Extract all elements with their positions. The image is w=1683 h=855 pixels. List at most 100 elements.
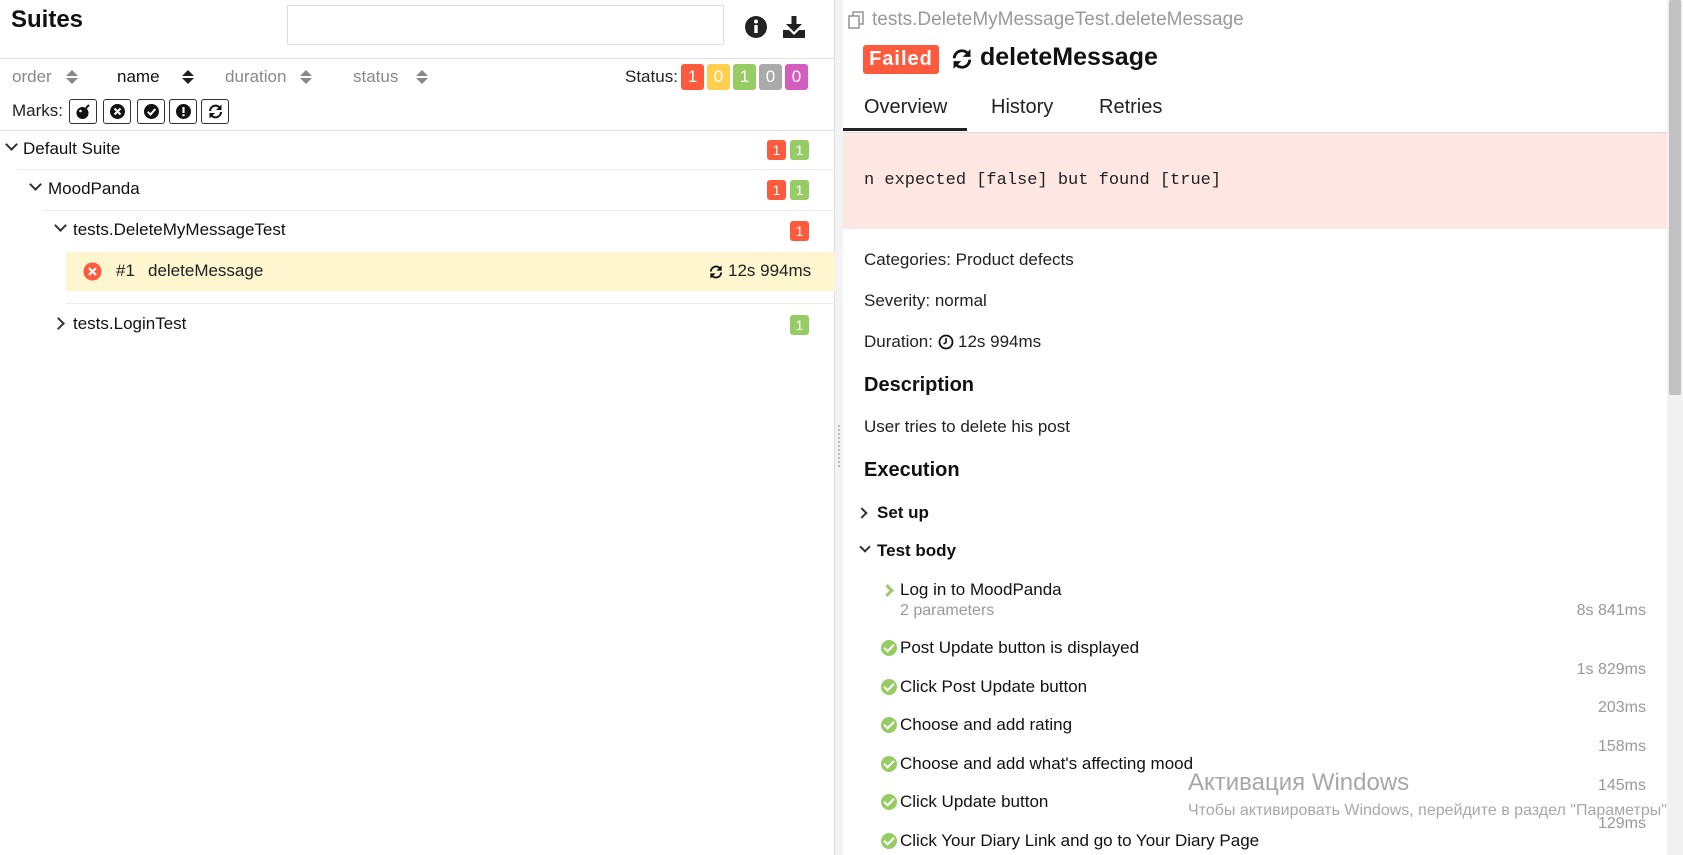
step-name: Choose and add rating [900, 715, 1073, 734]
categories-text: Categories: Product defects [864, 250, 1074, 269]
scrollbar-thumb[interactable] [1669, 0, 1681, 395]
suites-title: Suites [11, 6, 84, 33]
mark-flaky-button[interactable] [69, 99, 97, 124]
check-circle-icon [881, 679, 897, 695]
check-circle-icon [881, 794, 897, 810]
times-circle-icon [109, 104, 125, 119]
duration-row: Duration: 12s 994ms [864, 332, 1041, 352]
retries-icon [709, 265, 723, 279]
duration-value: 12s 994ms [957, 332, 1042, 351]
step-name: Post Update button is displayed [900, 638, 1140, 657]
sort-duration-label: duration [225, 67, 287, 86]
mark-new-passed-button[interactable] [137, 99, 165, 124]
step-name: Click Post Update button [900, 677, 1088, 696]
step-duration: 203ms [1597, 699, 1646, 716]
clock-icon [938, 334, 954, 350]
mark-retries-button[interactable] [201, 99, 229, 124]
chevron-down-icon [859, 541, 871, 553]
download-icon[interactable] [781, 14, 807, 40]
check-circle-icon [881, 756, 897, 772]
windows-activation-title: Активация Windows [1188, 769, 1410, 796]
sort-name-label: name [117, 67, 160, 86]
stage-test-body-label: Test body [877, 541, 957, 560]
marks-label: Marks: [12, 101, 63, 120]
bomb-icon [76, 104, 90, 119]
info-icon[interactable] [743, 14, 769, 40]
failed-count-badge: 1 [767, 180, 786, 200]
status-filter-passed[interactable]: 1 [733, 64, 756, 90]
step-duration: 1s 829ms [1576, 661, 1646, 678]
active-tab-indicator [843, 128, 967, 131]
breadcrumb-text: tests.DeleteMyMessageTest.deleteMessage [872, 9, 1244, 30]
passed-count-badge: 1 [790, 315, 809, 335]
failed-count-badge: 1 [790, 221, 809, 241]
suites-panel: Suites order name duration status Status… [0, 0, 835, 855]
windows-activation-text: Чтобы активировать Windows, перейдите в … [1188, 802, 1672, 819]
test-case-name: deleteMessage [148, 261, 264, 280]
stage-setup-label: Set up [877, 503, 929, 522]
duration-label: Duration: [864, 332, 933, 351]
sort-order-label: order [12, 67, 52, 86]
tab-history[interactable]: History [991, 96, 1053, 119]
refresh-icon [208, 104, 222, 119]
test-case-number: #1 [116, 261, 135, 280]
step-name: Choose and add what's affecting mood [900, 754, 1194, 773]
mark-new-broken-button[interactable] [169, 99, 197, 124]
step-name: Click Your Diary Link and go to Your Dia… [900, 831, 1260, 850]
group-label: MoodPanda [48, 179, 140, 198]
sort-status-label: status [353, 67, 399, 86]
status-filter-broken[interactable]: 0 [707, 64, 730, 90]
execution-heading: Execution [864, 459, 960, 481]
tab-retries[interactable]: Retries [1099, 96, 1162, 119]
step-name: Log in to MoodPanda [900, 580, 1062, 599]
sort-order[interactable]: order [12, 67, 78, 87]
breadcrumb: tests.DeleteMyMessageTest.deleteMessage [848, 9, 1244, 31]
copy-icon[interactable] [848, 11, 866, 29]
sort-arrows-icon [416, 70, 429, 84]
status-badge: Failed [863, 45, 939, 74]
chevron-right-icon [856, 507, 868, 519]
description-heading: Description [864, 374, 975, 396]
test-case-row-selected[interactable]: #1 deleteMessage 12s 994ms [66, 252, 835, 291]
error-message: n expected [false] but found [true] [864, 171, 1222, 190]
step-params: 2 parameters [900, 602, 995, 619]
mark-new-failed-button[interactable] [103, 99, 131, 124]
sort-status[interactable]: status [353, 67, 429, 87]
chevron-down-icon [5, 138, 18, 151]
group-label: tests.DeleteMyMessageTest [73, 220, 286, 239]
test-case-duration: 12s 994ms [728, 261, 812, 280]
chevron-right-icon [881, 584, 894, 597]
passed-count-badge: 1 [790, 140, 809, 160]
check-circle-icon [881, 640, 897, 656]
failed-status-icon [83, 262, 102, 281]
check-circle-icon [881, 833, 897, 849]
check-circle-icon [143, 104, 159, 119]
group-label: Default Suite [23, 139, 121, 158]
sort-name[interactable]: name [117, 67, 194, 87]
exclamation-circle-icon [175, 104, 191, 119]
sort-duration[interactable]: duration [225, 67, 313, 87]
status-filter-label: Status: [625, 67, 678, 86]
step-name: Click Update button [900, 792, 1049, 811]
status-filter-skipped[interactable]: 0 [759, 64, 782, 90]
step-duration: 8s 841ms [1576, 602, 1646, 619]
severity-text: Severity: normal [864, 291, 987, 310]
passed-count-badge: 1 [790, 180, 809, 200]
description-text: User tries to delete his post [864, 417, 1070, 436]
failed-count-badge: 1 [767, 140, 786, 160]
status-filter-failed[interactable]: 1 [681, 64, 704, 90]
check-circle-icon [881, 717, 897, 733]
sort-arrows-icon [65, 70, 78, 84]
tab-overview[interactable]: Overview [864, 96, 947, 119]
group-label: tests.LoginTest [73, 314, 187, 333]
search-input[interactable] [287, 5, 724, 45]
chevron-right-icon [52, 317, 65, 330]
status-filter-unknown[interactable]: 0 [785, 64, 808, 90]
sort-arrows-icon [300, 70, 313, 84]
retries-icon [952, 49, 972, 69]
test-title: deleteMessage [980, 43, 1158, 71]
chevron-down-icon [54, 219, 67, 232]
step-duration: 158ms [1597, 738, 1646, 755]
splitter-grip[interactable] [838, 425, 841, 467]
chevron-down-icon [29, 178, 42, 191]
